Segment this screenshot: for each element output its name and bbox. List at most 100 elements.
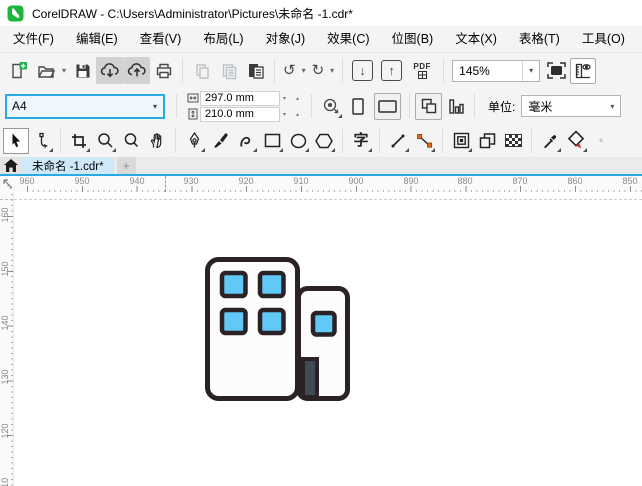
zoom-level-combobox[interactable]: 145% ▾	[452, 59, 541, 82]
menu-table[interactable]: 表格(T)	[508, 26, 571, 52]
menu-file[interactable]: 文件(F)	[2, 26, 65, 52]
menu-object[interactable]: 对象(J)	[255, 26, 317, 52]
connector-tool[interactable]	[411, 128, 437, 154]
flyout-indicator	[557, 147, 561, 152]
freehand-curve-icon	[240, 136, 251, 147]
dimension-line-icon	[391, 134, 405, 147]
shape-tool[interactable]	[29, 128, 55, 154]
hruler-label: 880	[457, 176, 473, 186]
redo-dropdown[interactable]: ▾	[327, 66, 337, 75]
menu-layout[interactable]: 布局(L)	[192, 26, 254, 52]
zoom-tool[interactable]	[92, 128, 118, 154]
horizontal-ruler[interactable]: 960 950 940 930 920 910 900 890 880 870 …	[16, 176, 642, 192]
toolbox-separator	[342, 128, 343, 153]
menu-text[interactable]: 文本(X)	[444, 26, 508, 52]
cut-button[interactable]	[188, 57, 215, 84]
text-tool[interactable]: 字	[348, 128, 374, 154]
freehand-tool[interactable]	[233, 128, 259, 154]
ruler-origin[interactable]	[0, 176, 16, 192]
print-button[interactable]	[150, 57, 177, 84]
ellipse-tool[interactable]	[285, 128, 311, 154]
open-button[interactable]	[32, 57, 59, 84]
units-combobox[interactable]: 毫米 ▾	[521, 95, 622, 117]
interactive-fill-tool[interactable]	[563, 128, 589, 154]
crop-tool-icon	[72, 133, 86, 148]
menu-tools[interactable]: 工具(O)	[571, 26, 636, 52]
open-dropdown[interactable]: ▾	[59, 66, 69, 75]
zoom-out-tool[interactable]	[118, 128, 144, 154]
redo-button[interactable]: ↻	[309, 63, 328, 78]
import-button[interactable]: ↓	[352, 60, 374, 81]
pick-tool[interactable]	[3, 127, 29, 154]
dimension-tool[interactable]	[385, 128, 411, 154]
shape-tool-icon	[38, 132, 48, 149]
transparency-tool[interactable]	[500, 128, 526, 154]
units-dropdown-icon: ▾	[610, 101, 615, 111]
page-height-field[interactable]: 210.0 mm	[200, 106, 280, 122]
polygon-tool[interactable]	[311, 128, 337, 154]
all-pages-button[interactable]	[415, 92, 442, 120]
open-folder-icon	[37, 65, 55, 78]
publish-pdf-button[interactable]: PDF	[406, 57, 438, 84]
menu-bitmaps[interactable]: 位图(B)	[381, 26, 445, 52]
export-button[interactable]: ↑	[381, 60, 403, 81]
building-window[interactable]	[219, 307, 248, 336]
page-width-field[interactable]: 297.0 mm	[200, 90, 280, 106]
undo-button[interactable]: ↺	[280, 63, 299, 78]
new-document-button[interactable]	[5, 57, 32, 84]
eyedropper-icon	[544, 134, 557, 148]
hruler-label: 930	[183, 176, 199, 186]
vruler-label: 130	[0, 369, 10, 385]
brush-tool[interactable]	[207, 128, 233, 154]
menu-view[interactable]: 查看(V)	[129, 26, 193, 52]
crop-tool[interactable]	[66, 128, 92, 154]
building-door[interactable]	[301, 357, 319, 399]
building-artwork[interactable]	[14, 192, 642, 486]
fullscreen-preview-button[interactable]	[543, 57, 570, 84]
show-rulers-button[interactable]	[570, 57, 597, 84]
brush-icon	[213, 133, 228, 148]
menu-effects[interactable]: 效果(C)	[316, 26, 380, 52]
scale-page-button[interactable]	[317, 93, 344, 120]
rectangle-tool[interactable]	[259, 128, 285, 154]
current-page-button[interactable]	[442, 93, 469, 120]
pan-tool[interactable]	[144, 128, 170, 154]
copy-button[interactable]	[215, 57, 242, 84]
export-arrow-icon: ↑	[388, 63, 395, 78]
vertical-ruler[interactable]: 160 150 140 130 120 110	[0, 192, 14, 486]
vruler-label: 150	[0, 261, 10, 277]
shadow-tool[interactable]	[474, 128, 500, 154]
menu-edit[interactable]: 编辑(E)	[65, 26, 129, 52]
undo-dropdown[interactable]: ▾	[299, 66, 309, 75]
paste-button[interactable]	[242, 57, 269, 84]
zoom-level-value: 145%	[459, 63, 490, 78]
page-width-icon	[186, 93, 200, 103]
all-pages-icon	[421, 98, 436, 114]
page-size-preset-combobox[interactable]: A4 ▾	[5, 93, 165, 119]
new-document-tab-button[interactable]: +	[116, 157, 136, 174]
page-height-spinner[interactable]: ▾ ▴	[280, 111, 302, 118]
cloud-download-button[interactable]	[96, 57, 123, 84]
cloud-upload-button[interactable]	[123, 57, 150, 84]
welcome-screen-tab[interactable]	[0, 157, 22, 174]
save-button[interactable]	[69, 57, 96, 84]
propbar-separator	[176, 94, 177, 118]
window-title: CorelDRAW - C:\Users\Administrator\Pictu…	[32, 6, 353, 21]
document-tab-active[interactable]: 未命名 -1.cdr*	[22, 157, 114, 174]
landscape-orientation-button[interactable]	[374, 92, 401, 120]
building-window[interactable]	[310, 310, 337, 337]
zoom-dropdown-icon[interactable]: ▾	[522, 60, 539, 81]
toolbox-separator	[379, 128, 380, 153]
portrait-orientation-button[interactable]	[344, 93, 371, 120]
building-window[interactable]	[257, 307, 286, 336]
pen-tool[interactable]	[181, 128, 207, 154]
building-window[interactable]	[219, 270, 248, 299]
toolbox-separator	[442, 128, 443, 153]
contour-tool[interactable]	[448, 128, 474, 154]
smart-fill-tool[interactable]	[589, 128, 603, 154]
page-width-spinner[interactable]: ▾ ▴	[280, 95, 302, 102]
building-window[interactable]	[257, 270, 286, 299]
drawing-canvas[interactable]	[14, 192, 642, 486]
flyout-indicator	[253, 147, 257, 152]
eyedropper-tool[interactable]	[537, 128, 563, 154]
